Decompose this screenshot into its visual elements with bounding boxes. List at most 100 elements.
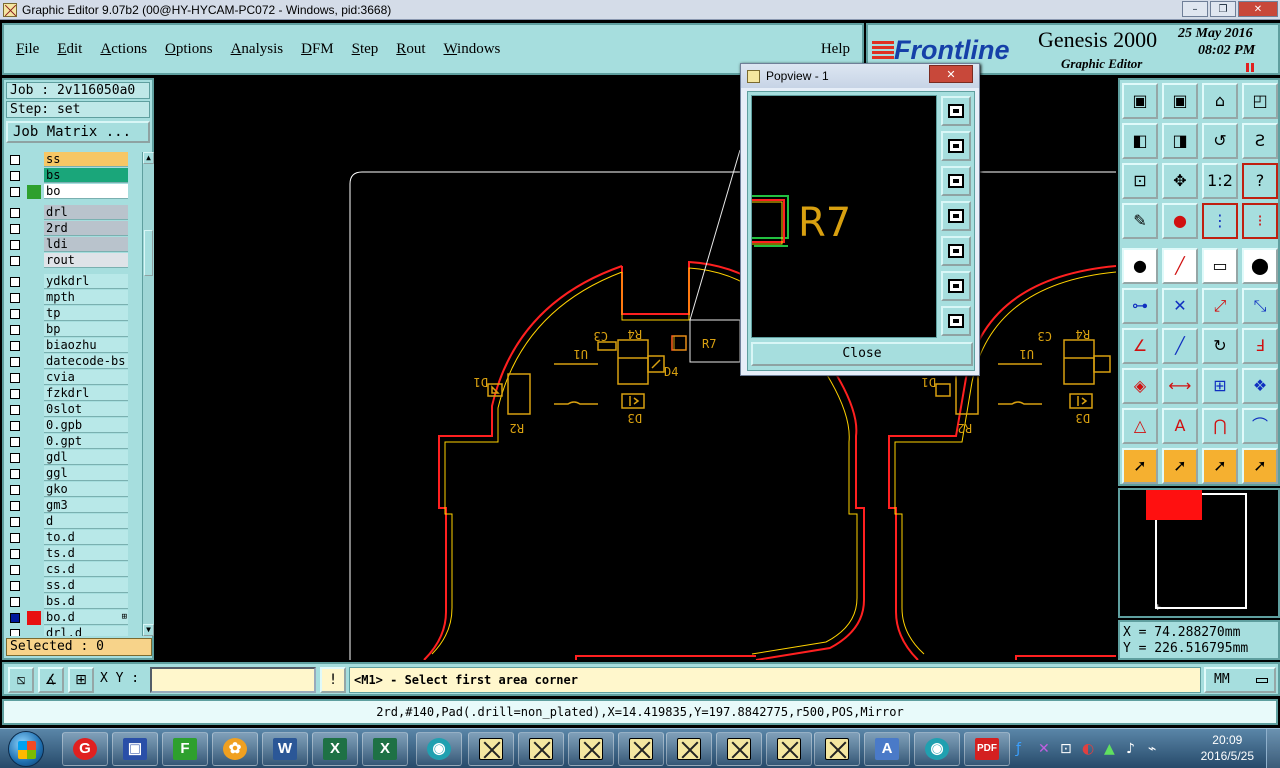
layer-color-swatch[interactable] xyxy=(27,206,41,220)
layer-row[interactable]: 0.gpb xyxy=(6,418,130,434)
layer-color-swatch[interactable] xyxy=(27,291,41,305)
layer-color-swatch[interactable] xyxy=(27,355,41,369)
menu-actions[interactable]: Actions xyxy=(100,41,147,58)
add-feature-icon[interactable]: ● xyxy=(1122,248,1158,284)
menu-edit[interactable]: Edit xyxy=(57,41,82,58)
zoom-home-icon[interactable]: ✥ xyxy=(1162,163,1198,199)
pan-left-icon[interactable] xyxy=(941,201,971,231)
layer-color-swatch[interactable] xyxy=(27,515,41,529)
line-icon[interactable]: ╱ xyxy=(1162,248,1198,284)
task-excel-app[interactable]: X xyxy=(312,732,358,766)
resize-icon[interactable]: ⟷ xyxy=(1162,368,1198,404)
scale-1-2-icon[interactable]: 1:2 xyxy=(1202,163,1238,199)
start-button[interactable] xyxy=(8,731,44,767)
zoom-center-icon[interactable] xyxy=(941,306,971,336)
layer-row[interactable]: drl xyxy=(6,205,130,221)
task-graphic-editor-6[interactable] xyxy=(716,732,762,766)
wave-select-icon[interactable]: ⌒ xyxy=(1242,408,1278,444)
close-icon[interactable]: ✕ xyxy=(1238,1,1278,17)
layer-row[interactable]: drl.d xyxy=(6,626,130,636)
measure-icon[interactable]: ✎ xyxy=(1122,203,1158,239)
layer-checkbox[interactable] xyxy=(10,405,20,415)
layer-color-swatch[interactable] xyxy=(27,222,41,236)
task-graphic-editor-5[interactable] xyxy=(666,732,712,766)
node-connect-icon[interactable]: ⊶ xyxy=(1122,288,1158,324)
tray-device-icon[interactable]: ⊡ xyxy=(1060,741,1072,757)
layer-row[interactable]: ss.d xyxy=(6,578,130,594)
layer-row[interactable]: 0slot xyxy=(6,402,130,418)
job-matrix-button[interactable]: Job Matrix ... xyxy=(6,121,150,143)
layer-color-swatch[interactable] xyxy=(27,595,41,609)
layer-color-swatch[interactable] xyxy=(27,499,41,513)
layer-row[interactable]: ss xyxy=(6,152,130,168)
pan-down-tool-icon[interactable]: ▣ xyxy=(1162,83,1198,119)
window-corner-icon[interactable]: ◰ xyxy=(1242,83,1278,119)
layer-checkbox[interactable] xyxy=(10,256,20,266)
home-icon[interactable]: ⌂ xyxy=(1202,83,1238,119)
net-icon[interactable]: ⋮ xyxy=(1202,203,1238,239)
layer-row[interactable]: datecode-bs xyxy=(6,354,130,370)
layer-checkbox[interactable] xyxy=(10,277,20,287)
popview-close-icon[interactable]: ✕ xyxy=(929,65,973,83)
task-graphic-editor-3[interactable] xyxy=(568,732,614,766)
snap-icon[interactable]: ● xyxy=(1162,203,1198,239)
layer-row[interactable]: rout xyxy=(6,253,130,269)
drag-point-icon[interactable]: ⤡ xyxy=(1242,288,1278,324)
task-excel-app-2[interactable]: X xyxy=(362,732,408,766)
layer-row[interactable]: biaozhu xyxy=(6,338,130,354)
popview-zoom-view[interactable]: R7 xyxy=(751,95,937,338)
layer-row[interactable]: gm3 xyxy=(6,498,130,514)
group-icon[interactable]: ❖ xyxy=(1242,368,1278,404)
help-query-icon[interactable]: ? xyxy=(1242,163,1278,199)
maximize-icon[interactable]: ❐ xyxy=(1210,1,1236,17)
layer-row[interactable]: tp xyxy=(6,306,130,322)
layer-color-swatch[interactable] xyxy=(27,387,41,401)
task-genesis-app[interactable]: G xyxy=(62,732,108,766)
layer-checkbox[interactable] xyxy=(10,517,20,527)
layer-checkbox[interactable] xyxy=(10,549,20,559)
pointer-circle-icon[interactable]: ➚ xyxy=(1202,448,1238,484)
layer-checkbox[interactable] xyxy=(10,208,20,218)
layer-checkbox[interactable] xyxy=(10,240,20,250)
layer-color-swatch[interactable] xyxy=(27,307,41,321)
layer-checkbox[interactable] xyxy=(10,325,20,335)
layer-color-swatch[interactable] xyxy=(27,627,41,636)
layer-checkbox[interactable] xyxy=(10,155,20,165)
menu-file[interactable]: File xyxy=(16,41,39,58)
layer-row[interactable]: cvia xyxy=(6,370,130,386)
layer-row[interactable]: bo xyxy=(6,184,130,200)
angle-icon[interactable]: ∠ xyxy=(1122,328,1158,364)
cross-icon[interactable]: ✕ xyxy=(1162,288,1198,324)
overview-map[interactable]: + xyxy=(1118,488,1280,618)
layer-checkbox[interactable] xyxy=(10,293,20,303)
triangle-select-icon[interactable]: △ xyxy=(1122,408,1158,444)
popview-close-button[interactable]: Close xyxy=(751,342,973,366)
layer-color-swatch[interactable] xyxy=(27,153,41,167)
layer-color-swatch[interactable] xyxy=(27,451,41,465)
layer-checkbox[interactable] xyxy=(10,187,20,197)
scroll-thumb[interactable] xyxy=(144,230,153,276)
layer-color-swatch[interactable] xyxy=(27,435,41,449)
scroll-up-icon[interactable]: ▲ xyxy=(143,152,154,164)
tray-clock[interactable]: 20:09 2016/5/25 xyxy=(1201,732,1254,764)
layer-checkbox[interactable] xyxy=(10,309,20,319)
tray-f-icon[interactable]: ƒ xyxy=(1016,741,1021,757)
task-frontline-app[interactable]: F xyxy=(162,732,208,766)
layer-checkbox[interactable] xyxy=(10,485,20,495)
task-graphic-editor-1[interactable] xyxy=(468,732,514,766)
task-graphic-editor-8[interactable] xyxy=(814,732,860,766)
pointer-route-icon[interactable]: ➚ xyxy=(1242,448,1278,484)
layer-checkbox[interactable] xyxy=(10,533,20,543)
layer-color-swatch[interactable] xyxy=(27,323,41,337)
pan-right-tool-icon[interactable]: ◨ xyxy=(1162,123,1198,159)
add-pad-icon[interactable]: ◈ xyxy=(1122,368,1158,404)
layer-color-swatch[interactable] xyxy=(27,185,41,199)
zoom-in-icon[interactable] xyxy=(941,96,971,126)
layer-color-swatch[interactable] xyxy=(27,579,41,593)
pointer-icon[interactable]: ➚ xyxy=(1122,448,1158,484)
task-word-app[interactable]: W xyxy=(262,732,308,766)
redraw-icon[interactable]: Ƨ xyxy=(1242,123,1278,159)
layer-color-swatch[interactable] xyxy=(27,169,41,183)
layer-row[interactable]: bs.d xyxy=(6,594,130,610)
task-eye-app[interactable]: ◉ xyxy=(416,732,462,766)
